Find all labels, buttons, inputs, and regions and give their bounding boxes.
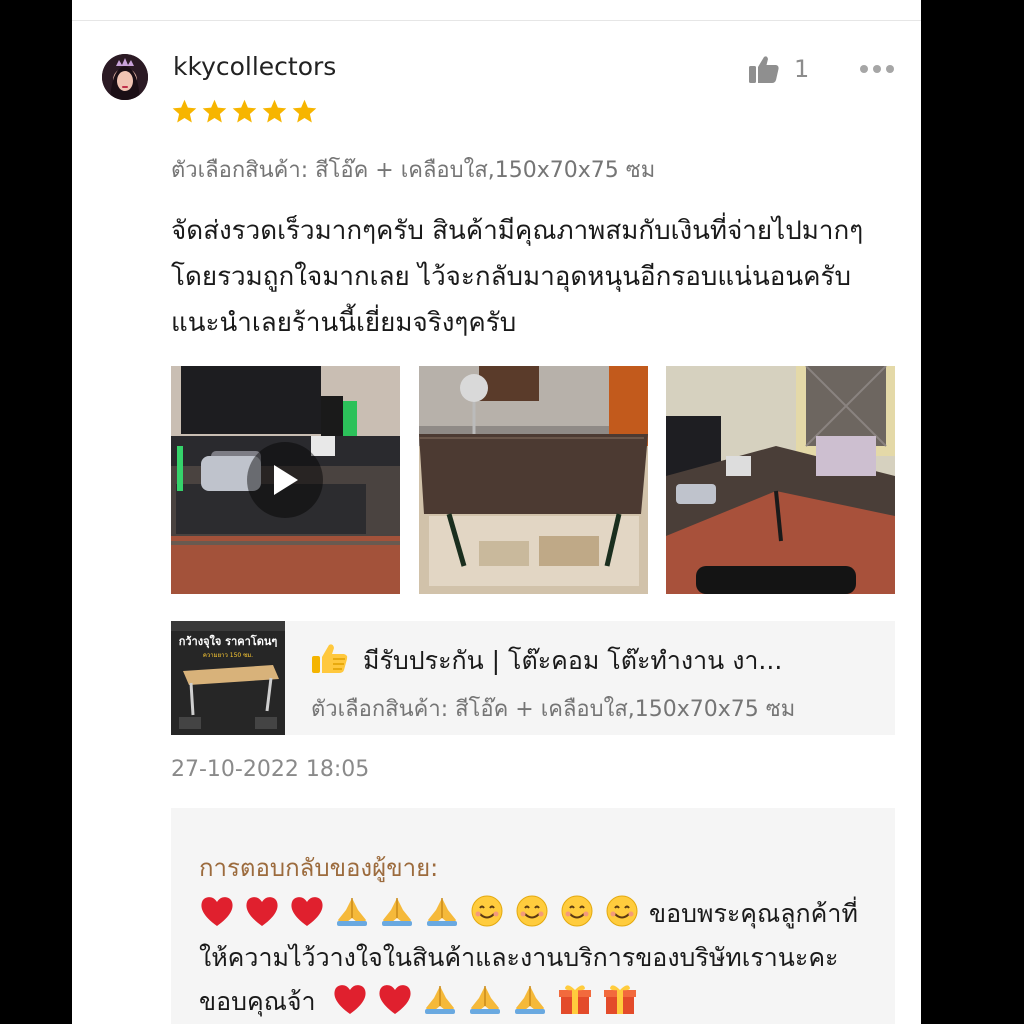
thumbs-up-emoji-icon xyxy=(311,642,349,673)
like-count: 1 xyxy=(794,55,810,83)
seller-reply-text: ขอบพระคุณลูกค้าที่ให้ความไว้วางใจในสินค้… xyxy=(199,892,879,1024)
more-options-button[interactable] xyxy=(858,58,898,80)
product-variation: ตัวเลือกสินค้า: สีโอ๊ค + เคลือบใส,150x70… xyxy=(311,697,796,722)
rating-stars xyxy=(171,98,318,125)
heart-emoji-icon xyxy=(199,894,235,928)
smiling-face-emoji-icon xyxy=(469,894,505,928)
gift-emoji-icon xyxy=(602,982,638,1016)
praying-hands-emoji-icon xyxy=(467,982,503,1016)
heart-emoji-icon xyxy=(332,982,368,1016)
review-photo-1[interactable] xyxy=(419,366,648,594)
smiling-face-emoji-icon xyxy=(604,894,640,928)
review-video-thumbnail[interactable] xyxy=(171,366,400,594)
gift-emoji-icon xyxy=(557,982,593,1016)
username[interactable]: kkycollectors xyxy=(173,52,336,81)
product-thumb-title: กว้างจุใจ ราคาโดนๆ xyxy=(179,634,278,649)
seller-reply-box: การตอบกลับของผู้ขาย: ขอบพระคุณลูกค้าที่ใ… xyxy=(171,808,895,1024)
variation-label: ตัวเลือกสินค้า: สีโอ๊ค + เคลือบใส,150x70… xyxy=(171,158,656,183)
product-name-text: มีรับประกัน | โต๊ะคอม โต๊ะทำงาน งา... xyxy=(363,646,783,675)
thumbs-up-icon xyxy=(749,56,779,83)
praying-hands-emoji-icon xyxy=(422,982,458,1016)
more-dots-icon xyxy=(860,65,894,73)
product-name[interactable]: มีรับประกัน | โต๊ะคอม โต๊ะทำงาน งา... xyxy=(311,641,871,681)
review-timestamp: 27-10-2022 18:05 xyxy=(171,757,370,782)
product-card[interactable]: กว้างจุใจ ราคาโดนๆ ความยาว 150 ซม. มีรับ… xyxy=(171,621,895,735)
star-icon xyxy=(232,99,257,123)
product-thumbnail: กว้างจุใจ ราคาโดนๆ ความยาว 150 ซม. xyxy=(171,621,285,735)
review-photo-2[interactable] xyxy=(666,366,895,594)
star-icon xyxy=(172,99,197,123)
play-button[interactable] xyxy=(247,442,323,518)
divider xyxy=(72,20,921,21)
review-panel: kkycollectors 1 ตัวเลือกสินค้า: สีโอ๊ค +… xyxy=(72,0,921,1024)
praying-hands-emoji-icon xyxy=(512,982,548,1016)
heart-emoji-icon xyxy=(289,894,325,928)
heart-emoji-icon xyxy=(377,982,413,1016)
smiling-face-emoji-icon xyxy=(559,894,595,928)
praying-hands-emoji-icon xyxy=(379,894,415,928)
star-icon xyxy=(262,99,287,123)
avatar[interactable] xyxy=(102,54,148,100)
like-button[interactable]: 1 xyxy=(748,50,809,88)
star-icon xyxy=(202,99,227,123)
smiling-face-emoji-icon xyxy=(514,894,550,928)
review-text: จัดส่งรวดเร็วมากๆครับ สินค้ามีคุณภาพสมกั… xyxy=(171,216,864,338)
star-icon xyxy=(292,99,317,123)
praying-hands-emoji-icon xyxy=(424,894,460,928)
seller-reply-title: การตอบกลับของผู้ขาย: xyxy=(199,854,439,882)
play-icon xyxy=(274,465,298,495)
product-thumb-subtitle: ความยาว 150 ซม. xyxy=(203,652,253,659)
heart-emoji-icon xyxy=(244,894,280,928)
praying-hands-emoji-icon xyxy=(334,894,370,928)
